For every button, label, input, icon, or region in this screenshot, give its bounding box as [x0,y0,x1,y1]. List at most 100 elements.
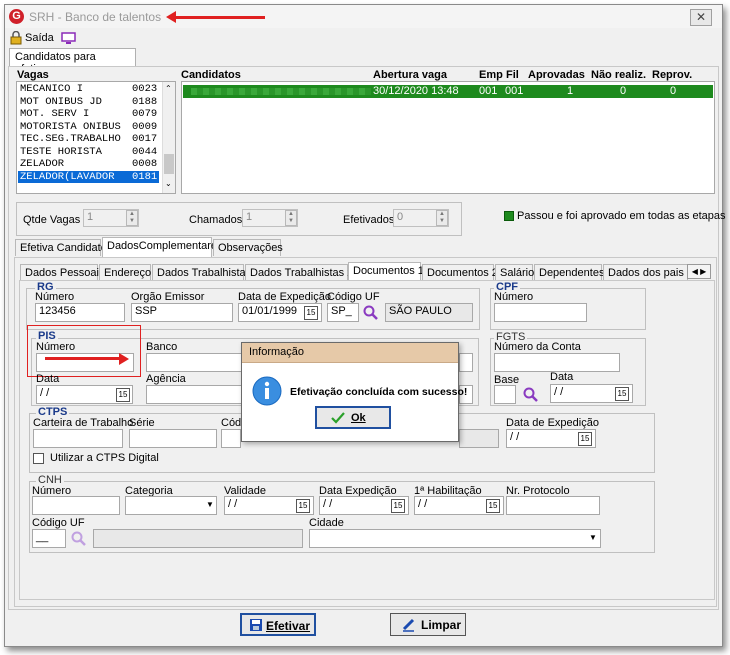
tab-efetiva-candidato[interactable]: Efetiva Candidato [15,239,107,256]
cpf-numero-input[interactable] [494,303,587,322]
exit-toolbar-button[interactable]: Saída [8,30,98,46]
list-item[interactable]: MECANICO I 0023 [18,83,159,96]
vaga-code: 0044 [132,145,158,158]
search-icon[interactable] [523,387,539,403]
pis-agencia-input[interactable] [146,385,242,404]
vaga-name: TESTE HORISTA [20,145,102,158]
calendar-icon[interactable]: 15 [296,499,310,513]
tab-endereco[interactable]: Endereço [99,264,151,281]
calendar-icon[interactable]: 15 [391,499,405,513]
tab-dados-complementares[interactable]: DadosComplementares [102,237,223,258]
tab-documentos-2[interactable]: Documentos 2 [422,264,498,281]
tab-scroll-arrows[interactable]: ◀ ▶ [687,264,711,279]
pis-field-partial[interactable] [459,353,473,372]
row-nao-realiz: 0 [620,85,627,97]
ok-label: Ok [351,412,366,424]
fgts-conta-input[interactable] [494,353,620,372]
row-fil: 001 [505,85,524,97]
vaga-name: MOT ONIBUS JD [20,95,102,108]
tab-dados-dos-pais[interactable]: Dados dos pais do [603,264,688,281]
cnh-uf-input[interactable]: __ [32,529,66,548]
ok-button[interactable]: Ok [315,406,391,429]
table-row[interactable]: 30/12/2020 13:48 001 001 1 0 0 [183,85,713,98]
pencil-icon [402,618,415,632]
qtde-vagas-label: Qtde Vagas [23,214,81,226]
calendar-icon[interactable]: 15 [304,306,318,320]
limpar-button[interactable]: Limpar [390,613,466,636]
tab-dependentes[interactable]: Dependentes [534,264,605,281]
list-item[interactable]: ZELADOR 0008 [18,158,159,171]
tab-salario[interactable]: Salário [495,264,534,281]
calendar-icon[interactable]: 15 [578,432,592,446]
vaga-name: MECANICO I [20,83,84,95]
close-button[interactable]: ✕ [690,9,712,26]
tab-label: Endereço [104,267,152,279]
ctps-carteira-input[interactable] [33,429,123,448]
cnh-protocolo-input[interactable] [506,496,600,515]
rg-numero-label: Número [35,291,75,303]
rg-uf-input[interactable]: SP_ [327,303,359,322]
vagas-list[interactable]: MECANICO I 0023 MOT ONIBUS JD 0188 MOT. SERV… [16,81,176,194]
tab-label: Dados Pessoais [25,267,105,279]
tab-dados-trabalhistas-2[interactable]: Dados Trabalhistas 2 [245,264,353,281]
calendar-icon[interactable]: 15 [615,387,629,401]
list-item[interactable]: MOT. SERV I 0079 [18,108,159,121]
scroll-down-icon[interactable]: ⌄ [165,179,172,188]
vaga-name: MOTORISTA ONIBUS [20,120,121,133]
tab-dados-pessoais[interactable]: Dados Pessoais [20,264,105,281]
efetivar-label: Efetivar [266,619,311,633]
rg-orgao-label: Orgão Emissor [131,291,205,303]
ctps-digital-checkbox[interactable] [33,453,44,464]
sub-tabs: Efetiva Candidato DadosComplementares Ob… [15,237,715,258]
rg-numero-input[interactable]: 123456 [35,303,125,322]
scroll-thumb[interactable] [164,154,174,174]
list-item[interactable]: TESTE HORISTA 0044 [18,146,159,159]
dialog-message: Efetivação concluída com sucesso! [290,386,468,398]
scroll-up-icon[interactable]: ⌃ [165,84,172,93]
calendar-icon[interactable]: 15 [116,388,130,402]
tab-label: Documentos 2 [427,267,498,279]
legend-text: Passou e foi aprovado em todas as etapas [517,210,726,222]
qtde-vagas-spinner: ▲ ▼ [126,210,138,226]
cnh-primeira-value: / / [418,498,428,510]
list-item[interactable]: MOTORISTA ONIBUS 0009 [18,121,159,134]
pis-numero-label: Número [36,341,76,353]
cnh-cidade-select[interactable] [309,529,601,548]
tab-dados-trabalhistas[interactable]: Dados Trabalhistas [152,264,251,281]
rg-uf-label: Código UF [327,291,380,303]
chevron-down-icon[interactable]: ▼ [586,533,600,542]
monitor-icon[interactable] [61,32,76,45]
vagas-table[interactable]: MECANICO I 0023 MOT ONIBUS JD 0188 MOT. SERV… [18,83,160,183]
efetivar-button[interactable]: Efetivar [240,613,316,636]
cnh-cidade-label: Cidade [309,517,344,529]
candidatos-grid[interactable]: 30/12/2020 13:48 001 001 1 0 0 [181,81,715,194]
main-window: G SRH - Banco de talentos ✕ Saída Candid… [4,4,726,647]
ctps-serie-input[interactable] [129,429,217,448]
cnh-data-exp-value: / / [323,498,333,510]
rg-uf-name-field: SÃO PAULO [385,303,473,322]
rg-orgao-input[interactable]: SSP [131,303,233,322]
list-item[interactable]: MOT ONIBUS JD 0188 [18,96,159,109]
search-icon[interactable] [71,531,87,547]
calendar-icon[interactable]: 15 [486,499,500,513]
limpar-label: Limpar [421,618,462,632]
cnh-numero-input[interactable] [32,496,120,515]
row-reprov: 0 [670,85,677,97]
search-icon[interactable] [363,305,379,321]
ctps-digital-label: Utilizar a CTPS Digital [50,452,159,464]
vaga-name: TEC.SEG.TRABALHO [20,133,121,145]
tab-candidatos-para-efetivar[interactable]: Candidatos para efetivar [9,48,136,75]
col-nao-realiz: Não realiz. [591,69,647,81]
list-item[interactable]: TEC.SEG.TRABALHO 0017 [18,133,159,146]
vaga-code: 0188 [132,95,158,108]
list-item[interactable]: ZELADOR(LAVADOR 0181 [18,170,160,183]
tab-observacoes[interactable]: Observações [213,239,283,256]
chevron-down-icon[interactable]: ▼ [203,500,217,509]
vagas-scrollbar[interactable]: ⌃ ⌄ [162,82,175,193]
ctps-codigo-input[interactable] [221,429,241,448]
vaga-code: 0009 [132,120,158,133]
tab-label: Observações [218,242,283,254]
fgts-base-input[interactable] [494,385,516,404]
pis-banco-input[interactable] [146,353,242,372]
tab-label: Dependentes [539,267,605,279]
